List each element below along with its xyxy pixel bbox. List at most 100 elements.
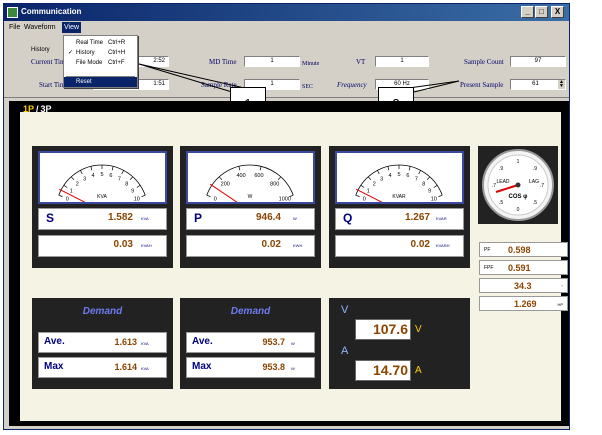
demand-kva-average: Ave. 1.613 KVA <box>38 332 167 353</box>
meter-tick <box>121 170 124 175</box>
s-value: 1.582 <box>107 212 133 223</box>
app-window: Communication _ □ X File Waveform View C… <box>3 3 570 430</box>
voltage-value: 107.6 <box>372 321 408 337</box>
meter-unit-label: KVA <box>97 194 107 200</box>
hp-unit: HP <box>557 302 563 307</box>
current-unit: A <box>415 365 422 376</box>
s-symbol: S <box>46 211 55 225</box>
voltage-display: 107.6 <box>355 319 411 340</box>
s-energy-value: 0.03 <box>113 239 133 250</box>
demand-w-max-unit: W <box>291 366 295 371</box>
pf-lead-label: LEAD <box>496 179 509 185</box>
pf-value: 0.598 <box>508 245 531 255</box>
meter-tick <box>58 194 63 197</box>
meter-tick-label: 0 <box>214 196 217 202</box>
pf-tick-label: .9 <box>533 166 537 172</box>
fpf-value: 0.591 <box>508 263 531 273</box>
meter-tick <box>111 166 114 171</box>
p-energy-reading: 0.02 KWH <box>186 235 315 257</box>
pf-tick-label: .7 <box>540 183 544 189</box>
meter-tick <box>136 184 141 188</box>
meter-tick-label: 10 <box>431 196 437 202</box>
meter-tick <box>70 176 75 181</box>
pf-tick-label: 0 <box>517 207 520 213</box>
meter-tick-label: 7 <box>415 176 418 182</box>
demand-kva-max-unit: KVA <box>141 366 149 371</box>
p-analog-meter: 0 200 400 600 800 1000 W <box>186 151 315 212</box>
meter-tick-label: 8 <box>125 182 128 188</box>
hp-value: 1.269 <box>514 299 537 309</box>
pf-tick-label: .5 <box>499 200 503 206</box>
fpf-reading: FPF 0.591 <box>479 260 568 275</box>
meter-tick-label: 1 <box>70 188 73 194</box>
q-reading: Q 1.267 KVAR <box>335 208 464 230</box>
meter-tick-label: 800 <box>270 182 279 188</box>
demand-kva-panel: Demand Ave. 1.613 KVA Max 1.614 KVA <box>32 298 173 389</box>
q-meter-dial: 01234 5 678910 KVAR <box>355 164 443 212</box>
current-label: A <box>341 345 349 357</box>
pf-tick-label: 1 <box>517 159 520 165</box>
demand-kva-title: Demand <box>82 306 123 317</box>
meter-tick <box>355 194 360 197</box>
s-reading: S 1.582 KVA <box>38 208 167 230</box>
meter-tick-label: 8 <box>422 182 425 188</box>
demand-kva-ave-label: Ave. <box>44 336 65 347</box>
pf-label: PF <box>484 247 491 253</box>
pf-lag-label: LAG <box>529 179 539 185</box>
meter-tick-label: 200 <box>221 182 230 188</box>
meter-unit-label: KVAR <box>392 194 406 200</box>
demand-w-title: Demand <box>230 306 271 317</box>
meter-tick-label: 4 <box>389 173 392 179</box>
voltage-current-panel: V 107.6 V A 14.70 A <box>329 298 470 389</box>
q-energy-reading: 0.02 KVARH <box>335 235 464 257</box>
demand-w-ave-unit: W <box>291 341 295 346</box>
demand-kva-max-label: Max <box>44 361 64 372</box>
demand-kva-max-value: 1.614 <box>114 362 137 372</box>
meter-tick-label: 2 <box>76 182 79 188</box>
meter-tick-label: 6 <box>406 173 409 179</box>
s-energy-unit: KVAH <box>141 243 152 248</box>
current-value: 14.70 <box>372 362 408 378</box>
s-energy-reading: 0.03 KVAH <box>38 235 167 257</box>
q-analog-meter: 0 1 2 3 4 5 6 7 8 9 10 KVAR <box>335 151 464 212</box>
meter-tick-label: 9 <box>428 188 431 194</box>
meter-tick <box>438 194 443 197</box>
p-reading: P 946.4 W <box>186 208 315 230</box>
p-value: 946.4 <box>255 212 281 223</box>
meter-tick <box>129 176 134 181</box>
meter-tick <box>259 166 262 171</box>
demand-w-ave-value: 953.7 <box>262 337 285 347</box>
power-factor-gauge-panel: .9 1.9.7.5 0.5.7 LEAD LAG COS φ <box>478 146 558 224</box>
p-meter-dial: 0 200 400 600 800 1000 W <box>206 164 294 212</box>
q-symbol: Q <box>343 211 353 225</box>
meter-tick-label: 2 <box>373 182 376 188</box>
s-analog-meter: 0 1 2 3 4 5 6 7 8 9 10 KVA <box>38 151 167 212</box>
meter-tick <box>141 194 146 197</box>
meter-tick-label: 5 <box>397 172 400 178</box>
pf-tick-label: .9 <box>499 166 503 172</box>
meter-tick <box>377 170 380 175</box>
p-energy-value: 0.02 <box>261 239 281 250</box>
demand-kva-ave-value: 1.613 <box>114 337 137 347</box>
meter-tick <box>238 166 241 171</box>
meter-tick-label: 5 <box>100 172 103 178</box>
meter-unit-label: W <box>248 194 253 200</box>
pf-reading: PF 0.598 <box>479 242 568 257</box>
demand-kva-maximum: Max 1.614 KVA <box>38 357 167 378</box>
phase-angle-reading: 34.3 ° <box>479 278 568 293</box>
current-display: 14.70 <box>355 360 411 381</box>
meter-tick <box>206 194 211 197</box>
meter-tick <box>367 176 372 181</box>
voltage-label: V <box>341 304 349 316</box>
meter-tick-label: 1 <box>367 188 370 194</box>
meter-tick-label: 0 <box>66 196 69 202</box>
p-unit: W <box>293 216 297 221</box>
s-meter-panel: 0 1 2 3 4 5 6 7 8 9 10 KVA S 1.582 KVA 0.03 KVAH <box>32 146 173 268</box>
q-energy-value: 0.02 <box>410 239 430 250</box>
meter-tick-label: 3 <box>380 176 383 182</box>
meter-tick-label: 7 <box>118 176 121 182</box>
phase-angle-value: 34.3 <box>514 281 532 291</box>
meter-tick <box>218 176 223 181</box>
meter-tick <box>277 176 282 181</box>
phase-angle-unit: ° <box>561 284 563 289</box>
